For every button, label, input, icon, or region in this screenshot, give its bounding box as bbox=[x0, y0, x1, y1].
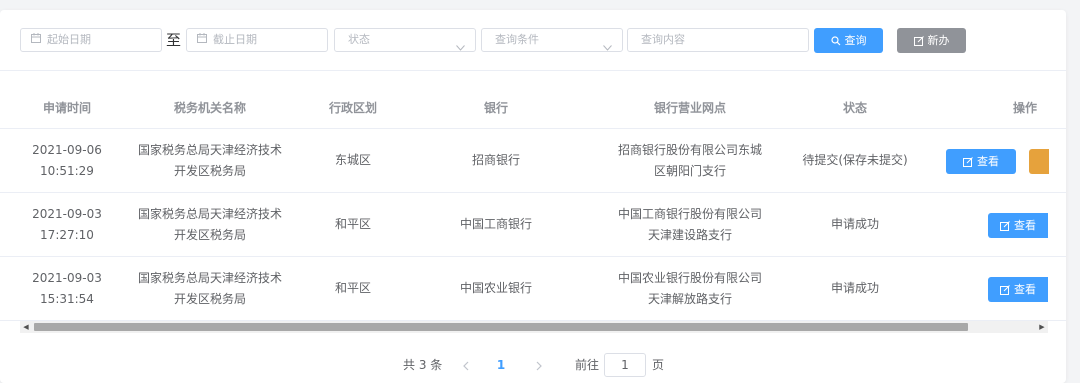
condition-select[interactable]: 查询条件 bbox=[481, 28, 623, 52]
edit-icon bbox=[1000, 285, 1010, 295]
cell-branch-line2: 天津建设路支行 bbox=[647, 227, 732, 242]
table-row: 2021-09-06 10:51:29 国家税务总局天津经济技术 开发区税务局 东城… bbox=[0, 129, 1066, 193]
new-button[interactable]: 新办 bbox=[897, 28, 966, 53]
cell-clock: 15:31:54 bbox=[40, 291, 94, 306]
view-button-label: 查看 bbox=[1014, 283, 1036, 296]
cell-clock: 10:51:29 bbox=[40, 163, 94, 178]
cell-org-line2: 开发区税务局 bbox=[173, 163, 246, 178]
goto-page-input[interactable]: 1 bbox=[604, 353, 646, 377]
edit-icon bbox=[1000, 221, 1010, 231]
scroll-right-arrow-icon[interactable]: ▶ bbox=[1036, 321, 1048, 333]
status-select[interactable]: 状态 bbox=[334, 28, 476, 52]
view-button[interactable]: 查看 bbox=[988, 213, 1048, 238]
col-header-branch: 银行营业网点 bbox=[653, 101, 726, 115]
col-header-bank: 银行 bbox=[483, 101, 508, 115]
cell-bank: 中国工商银行 bbox=[459, 217, 532, 231]
cell-clock: 17:27:10 bbox=[40, 227, 94, 242]
end-date-placeholder: 截止日期 bbox=[213, 33, 257, 46]
next-page-icon[interactable] bbox=[532, 353, 546, 377]
cell-district: 东城区 bbox=[334, 153, 371, 167]
condition-placeholder: 查询条件 bbox=[495, 33, 539, 46]
search-button[interactable]: 查询 bbox=[814, 28, 883, 53]
goto-label: 前往 bbox=[575, 358, 600, 372]
table-row: 2021-09-03 17:27:10 国家税务总局天津经济技术 开发区税务局 和平… bbox=[0, 193, 1066, 257]
col-header-org: 税务机关名称 bbox=[173, 101, 246, 115]
scroll-left-arrow-icon[interactable]: ◀ bbox=[20, 321, 32, 333]
cell-district: 和平区 bbox=[334, 281, 371, 295]
col-header-district: 行政区划 bbox=[328, 101, 377, 115]
cell-org-line1: 国家税务总局天津经济技术 bbox=[137, 270, 282, 285]
cell-org: 国家税务总局天津经济技术 开发区税务局 bbox=[120, 193, 300, 256]
cell-district: 和平区 bbox=[334, 217, 371, 231]
cell-status: 申请成功 bbox=[830, 281, 879, 295]
cell-branch: 招商银行股份有限公司东城 区朝阳门支行 bbox=[592, 129, 788, 192]
pagination-total: 共 3 条 bbox=[403, 358, 443, 372]
chevron-down-icon bbox=[603, 37, 612, 59]
cell-bank: 招商银行 bbox=[471, 153, 520, 167]
filter-bar: 起始日期 至 截止日期 状态 查询条件 查询内容 查询 新办 bbox=[0, 10, 1066, 71]
cell-time: 2021-09-03 17:27:10 bbox=[18, 193, 116, 256]
cell-branch: 中国工商银行股份有限公司 天津建设路支行 bbox=[592, 193, 788, 256]
view-button[interactable]: 查看 bbox=[988, 277, 1048, 302]
col-header-action: 操作 bbox=[1012, 101, 1037, 115]
scrollbar-thumb[interactable] bbox=[34, 323, 968, 331]
cell-status: 待提交(保存未提交) bbox=[802, 153, 908, 167]
view-button[interactable]: 查看 bbox=[946, 149, 1016, 174]
content-input[interactable]: 查询内容 bbox=[627, 28, 809, 52]
cell-status: 申请成功 bbox=[830, 217, 879, 231]
start-date-placeholder: 起始日期 bbox=[47, 33, 91, 46]
cell-branch-line1: 中国农业银行股份有限公司 bbox=[617, 270, 762, 285]
search-button-label: 查询 bbox=[844, 34, 867, 47]
search-icon bbox=[830, 36, 840, 46]
calendar-icon bbox=[197, 29, 207, 51]
cell-branch-line1: 中国工商银行股份有限公司 bbox=[617, 206, 762, 221]
cell-org-line1: 国家税务总局天津经济技术 bbox=[137, 142, 282, 157]
page-suffix: 页 bbox=[652, 358, 665, 372]
cell-bank: 中国农业银行 bbox=[459, 281, 532, 295]
cell-date: 2021-09-06 bbox=[32, 142, 102, 157]
col-header-time: 申请时间 bbox=[42, 101, 91, 115]
cell-time: 2021-09-06 10:51:29 bbox=[18, 129, 116, 192]
cell-time: 2021-09-03 15:31:54 bbox=[18, 257, 116, 320]
date-range-separator: 至 bbox=[166, 31, 182, 49]
content-placeholder: 查询内容 bbox=[641, 33, 685, 46]
page-number-current[interactable]: 1 bbox=[494, 353, 508, 377]
cell-org-line2: 开发区税务局 bbox=[173, 291, 246, 306]
cell-org-line2: 开发区税务局 bbox=[173, 227, 246, 242]
cell-branch-line1: 招商银行股份有限公司东城 bbox=[617, 142, 762, 157]
prev-page-icon[interactable] bbox=[459, 353, 473, 377]
calendar-icon bbox=[31, 29, 41, 51]
cell-date: 2021-09-03 bbox=[32, 206, 102, 221]
table-row: 2021-09-03 15:31:54 国家税务总局天津经济技术 开发区税务局 和平… bbox=[0, 257, 1066, 321]
main-card: 起始日期 至 截止日期 状态 查询条件 查询内容 查询 新办 申请时间 税务机关… bbox=[0, 10, 1066, 383]
table-header: 申请时间 税务机关名称 行政区划 银行 银行营业网点 状态 操作 bbox=[0, 88, 1066, 129]
cell-date: 2021-09-03 bbox=[32, 270, 102, 285]
end-date-field[interactable]: 截止日期 bbox=[186, 28, 328, 52]
view-button-label: 查看 bbox=[1014, 219, 1036, 232]
cell-branch: 中国农业银行股份有限公司 天津解放路支行 bbox=[592, 257, 788, 320]
secondary-action-button[interactable] bbox=[1029, 149, 1049, 174]
cell-org-line1: 国家税务总局天津经济技术 bbox=[137, 206, 282, 221]
chevron-down-icon bbox=[456, 37, 465, 59]
edit-icon bbox=[913, 36, 924, 46]
new-button-label: 新办 bbox=[927, 34, 950, 47]
col-header-status: 状态 bbox=[842, 101, 867, 115]
horizontal-scrollbar[interactable]: ◀ ▶ bbox=[20, 321, 1048, 333]
status-placeholder: 状态 bbox=[348, 33, 370, 46]
view-button-label: 查看 bbox=[977, 155, 999, 168]
cell-org: 国家税务总局天津经济技术 开发区税务局 bbox=[120, 257, 300, 320]
cell-org: 国家税务总局天津经济技术 开发区税务局 bbox=[120, 129, 300, 192]
cell-branch-line2: 天津解放路支行 bbox=[647, 291, 732, 306]
cell-branch-line2: 区朝阳门支行 bbox=[653, 163, 726, 178]
edit-icon bbox=[963, 157, 973, 167]
start-date-field[interactable]: 起始日期 bbox=[20, 28, 162, 52]
